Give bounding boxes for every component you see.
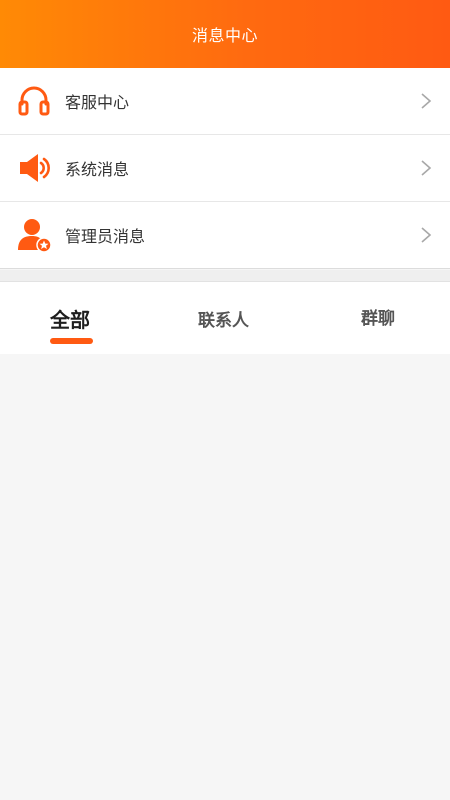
tab-contacts[interactable]: 联系人: [198, 306, 249, 331]
menu-item-customer-service[interactable]: 客服中心: [0, 68, 450, 135]
menu-list: 客服中心 系统消息 管理员消息: [0, 68, 450, 269]
page-title: 消息中心: [191, 26, 258, 45]
menu-item-admin-messages[interactable]: 管理员消息: [0, 202, 450, 269]
menu-item-label: 管理员消息: [65, 227, 146, 246]
conversation-list-empty: [0, 354, 450, 800]
menu-item-label: 客服中心: [65, 93, 130, 112]
tab-bar: 全部 联系人 群聊: [0, 282, 450, 354]
tab-all[interactable]: 全部: [50, 304, 90, 333]
chevron-right-icon: [421, 160, 432, 176]
headset-icon: [16, 83, 52, 119]
speaker-icon: [16, 150, 52, 186]
chevron-right-icon: [421, 227, 432, 243]
active-tab-indicator: [50, 338, 93, 344]
admin-user-icon: [16, 217, 52, 253]
header-bar: 消息中心: [0, 0, 450, 68]
tab-groups[interactable]: 群聊: [361, 304, 395, 329]
menu-item-system-messages[interactable]: 系统消息: [0, 135, 450, 202]
section-divider: [0, 270, 450, 282]
chevron-right-icon: [421, 93, 432, 109]
menu-item-label: 系统消息: [65, 160, 130, 179]
message-center-screen: 消息中心 客服中心 系统消息 管理员消息 全部 联系人 群聊: [0, 0, 450, 800]
